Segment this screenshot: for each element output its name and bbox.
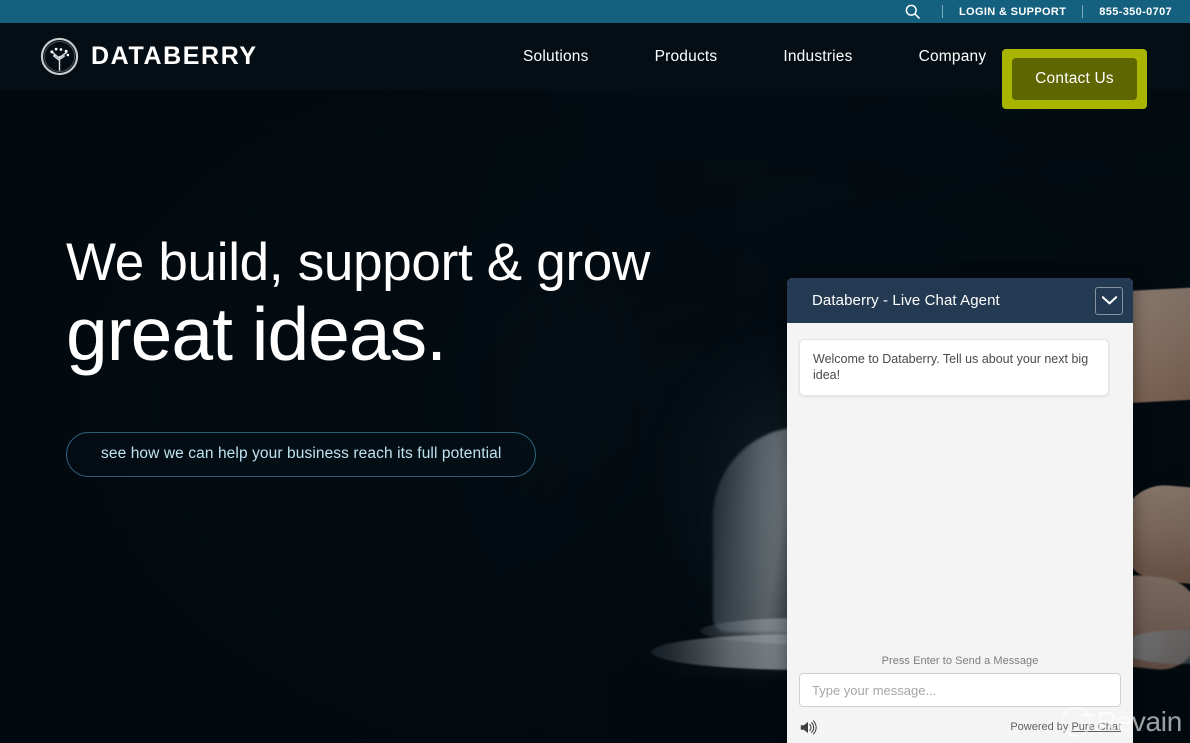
nav-menu: Solutions Products Industries Company	[490, 23, 1019, 90]
chat-message-bubble: Welcome to Databerry. Tell us about your…	[799, 339, 1109, 396]
berry-tree-logo-icon	[40, 37, 79, 76]
chat-send-hint: Press Enter to Send a Message	[881, 655, 1039, 667]
powered-by-prefix: Powered by	[1010, 721, 1072, 733]
search-icon[interactable]	[900, 0, 926, 23]
nav-item-industries[interactable]: Industries	[750, 48, 885, 66]
chevron-down-icon	[1101, 296, 1117, 305]
topbar-divider-2	[1082, 5, 1084, 18]
chat-title: Databerry - Live Chat Agent	[812, 292, 1000, 309]
topbar-divider-1	[941, 5, 943, 18]
powered-by-label: Powered by Pure Chat	[1010, 721, 1121, 733]
login-support-link[interactable]: LOGIN & SUPPORT	[959, 6, 1066, 18]
nav-item-solutions[interactable]: Solutions	[490, 48, 622, 66]
nav-item-products[interactable]: Products	[622, 48, 751, 66]
speaker-icon[interactable]	[799, 720, 817, 735]
top-utility-bar: LOGIN & SUPPORT 855-350-0707	[0, 0, 1190, 23]
main-navigation-bar: DATABERRY Solutions Products Industries …	[0, 23, 1190, 109]
top-utility-items: LOGIN & SUPPORT 855-350-0707	[900, 0, 1172, 23]
chat-footer: Press Enter to Send a Message Powered by…	[787, 655, 1133, 743]
brand-name: DATABERRY	[91, 42, 258, 70]
hero-content: We build, support & grow great ideas. se…	[66, 235, 650, 477]
pure-chat-link[interactable]: Pure Chat	[1071, 721, 1121, 733]
contact-us-button[interactable]: Contact Us	[1002, 49, 1147, 109]
chat-bottom-row: Powered by Pure Chat	[799, 707, 1121, 737]
chat-message-input[interactable]	[799, 673, 1121, 707]
chat-header[interactable]: Databerry - Live Chat Agent	[787, 278, 1133, 323]
page-root: LOGIN & SUPPORT 855-350-0707 DATABERRY S…	[0, 0, 1190, 743]
phone-number[interactable]: 855-350-0707	[1099, 6, 1172, 18]
hero-cta-button[interactable]: see how we can help your business reach …	[66, 431, 537, 477]
chat-message-list: Welcome to Databerry. Tell us about your…	[787, 323, 1133, 655]
hero-headline-line2: great ideas.	[66, 292, 447, 377]
hero-headline-line1: We build, support & grow	[66, 233, 650, 292]
live-chat-widget: Databerry - Live Chat Agent Welcome to D…	[787, 278, 1133, 743]
brand-logo[interactable]: DATABERRY	[40, 37, 258, 76]
chat-minimize-button[interactable]	[1095, 286, 1123, 315]
nav-item-company[interactable]: Company	[886, 48, 1020, 66]
contact-us-label: Contact Us	[1012, 58, 1137, 100]
